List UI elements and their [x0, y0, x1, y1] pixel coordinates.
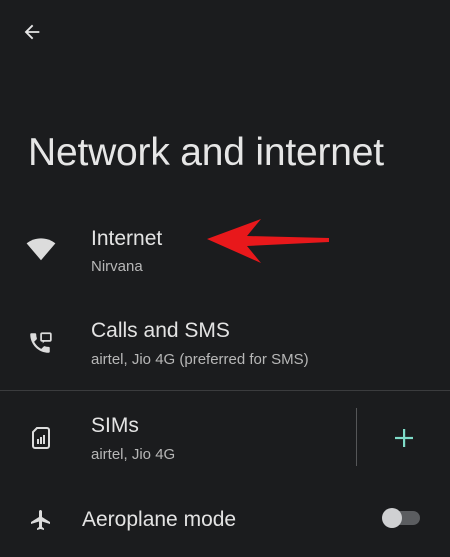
aeroplane-mode-title: Aeroplane mode	[82, 508, 237, 531]
calls-sms-icon	[26, 329, 54, 357]
wifi-icon	[25, 233, 57, 265]
aeroplane-mode-toggle[interactable]	[382, 508, 420, 528]
calls-sms-item[interactable]: Calls and SMS airtel, Jio 4G (preferred …	[0, 310, 450, 380]
internet-title: Internet	[91, 227, 163, 250]
sims-item[interactable]: SIMs airtel, Jio 4G	[0, 405, 350, 471]
add-sim-button[interactable]	[385, 419, 423, 457]
internet-subtitle: Nirvana	[91, 258, 143, 275]
arrow-left-icon	[24, 24, 40, 40]
plus-icon	[395, 429, 413, 447]
sims-subtitle: airtel, Jio 4G	[91, 446, 176, 463]
calls-sms-subtitle: airtel, Jio 4G (preferred for SMS)	[91, 351, 309, 368]
calls-sms-title: Calls and SMS	[91, 319, 230, 342]
sim-card-icon	[28, 425, 54, 451]
airplane-icon	[27, 506, 55, 534]
page-title: Network and internet	[28, 131, 384, 174]
sims-title: SIMs	[91, 414, 139, 437]
toggle-thumb	[382, 508, 402, 528]
back-button[interactable]	[14, 14, 50, 50]
sims-vertical-divider	[356, 408, 357, 466]
section-divider	[0, 390, 450, 391]
internet-item[interactable]: Internet Nirvana	[0, 215, 450, 285]
